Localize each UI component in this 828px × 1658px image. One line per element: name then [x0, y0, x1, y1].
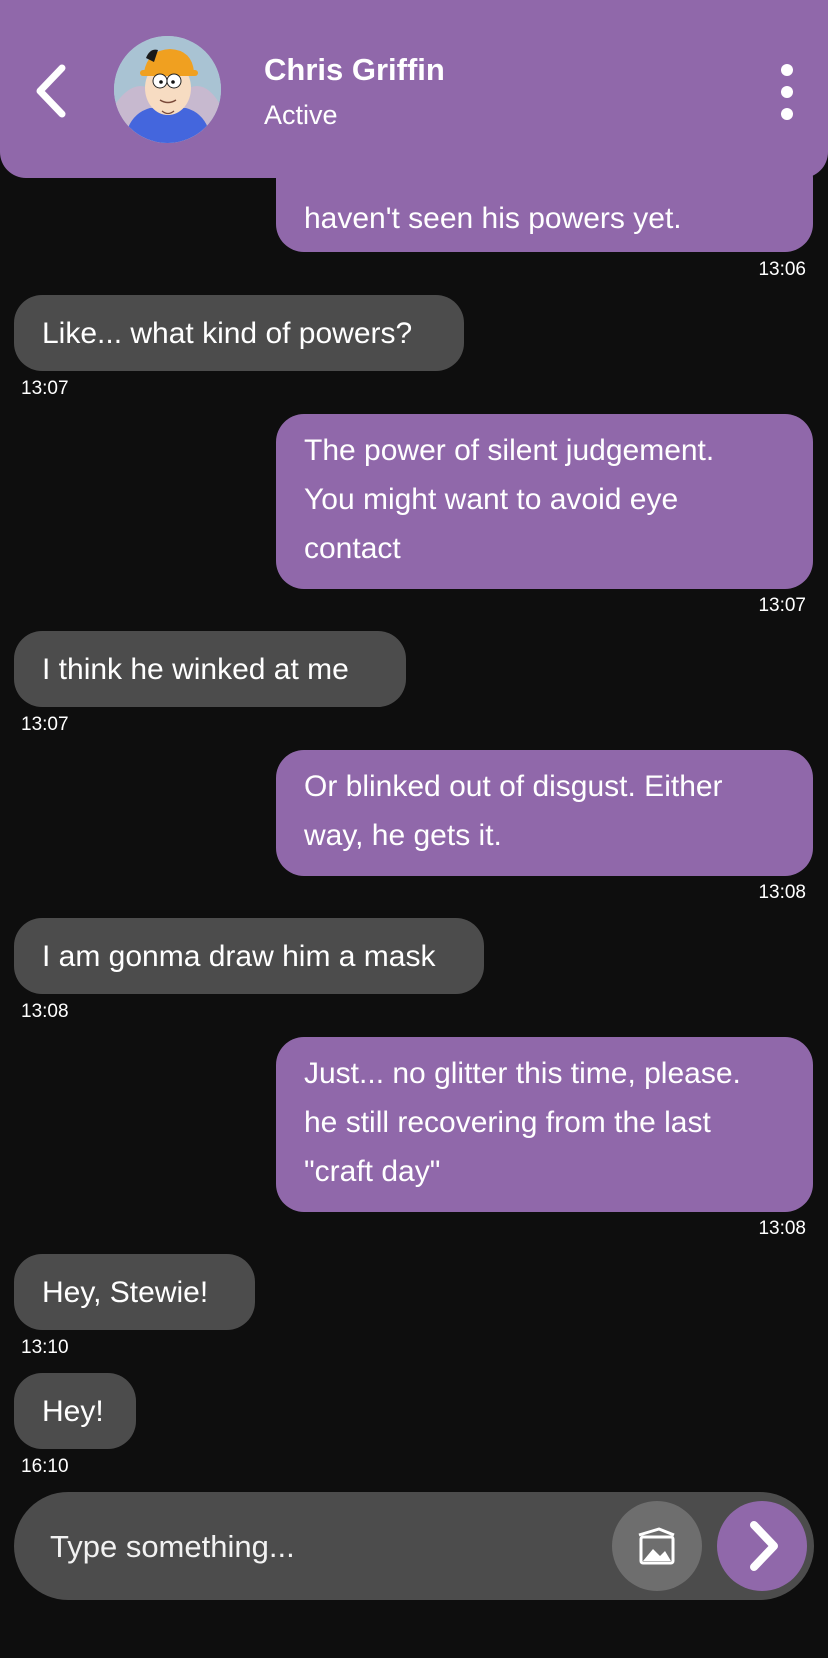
message-timestamp: 13:06	[758, 259, 806, 280]
message-text: I am gonma draw him a mask	[42, 940, 436, 973]
menu-button[interactable]	[770, 62, 804, 122]
message-composer	[14, 1492, 814, 1600]
more-vertical-icon	[781, 64, 793, 120]
send-button[interactable]	[717, 1501, 807, 1591]
message-text: Just... no glitter this time, please.	[304, 1057, 741, 1090]
back-button[interactable]	[30, 58, 80, 124]
message-text: "craft day"	[304, 1155, 441, 1188]
message-timestamp: 13:10	[21, 1337, 69, 1358]
message-text: Or blinked out of disgust. Either	[304, 770, 723, 803]
message-text: haven't seen his powers yet.	[304, 202, 682, 235]
message-text: Like... what kind of powers?	[42, 317, 413, 350]
message-text: way, he gets it.	[304, 819, 502, 852]
contact-name: Chris Griffin	[264, 52, 445, 87]
chat-header: Chris Griffin Active	[0, 0, 828, 178]
avatar[interactable]	[114, 36, 221, 143]
message-input[interactable]	[48, 1522, 592, 1572]
message-text: I think he winked at me	[42, 653, 349, 686]
message-text: Hey!	[42, 1395, 104, 1428]
message-text: contact	[304, 532, 401, 565]
message-bubble-sent: Just... no glitter this time, please. he…	[276, 1037, 813, 1212]
message-timestamp: 16:10	[21, 1456, 69, 1477]
contact-status: Active	[264, 100, 338, 130]
message-timestamp: 13:07	[758, 595, 806, 616]
message-bubble-received: Like... what kind of powers?	[14, 295, 464, 371]
chevron-left-icon	[36, 64, 66, 118]
message-text: The power of silent judgement.	[304, 434, 715, 467]
message-timestamp: 13:08	[758, 1218, 806, 1239]
message-bubble-received: I am gonma draw him a mask	[14, 918, 484, 994]
message-text: he still recovering from the last	[304, 1106, 711, 1139]
message-bubble-sent: The power of silent judgement. You might…	[276, 414, 813, 589]
message-text: Hey, Stewie!	[42, 1276, 209, 1309]
message-timestamp: 13:08	[21, 1001, 69, 1022]
attach-image-button[interactable]	[612, 1501, 702, 1591]
message-text: You might want to avoid eye	[304, 483, 679, 516]
image-icon	[638, 1527, 675, 1565]
message-list[interactable]: haven't seen his powers yet. 13:06 Like.…	[0, 0, 828, 1490]
message-bubble-received: Hey, Stewie!	[14, 1254, 255, 1330]
message-timestamp: 13:07	[21, 714, 69, 735]
message-timestamp: 13:07	[21, 378, 69, 399]
message-bubble-received: Hey!	[14, 1373, 136, 1449]
message-bubble-received: I think he winked at me	[14, 631, 406, 707]
message-timestamp: 13:08	[758, 882, 806, 903]
chevron-right-icon	[750, 1521, 778, 1571]
message-bubble-sent: Or blinked out of disgust. Either way, h…	[276, 750, 813, 876]
